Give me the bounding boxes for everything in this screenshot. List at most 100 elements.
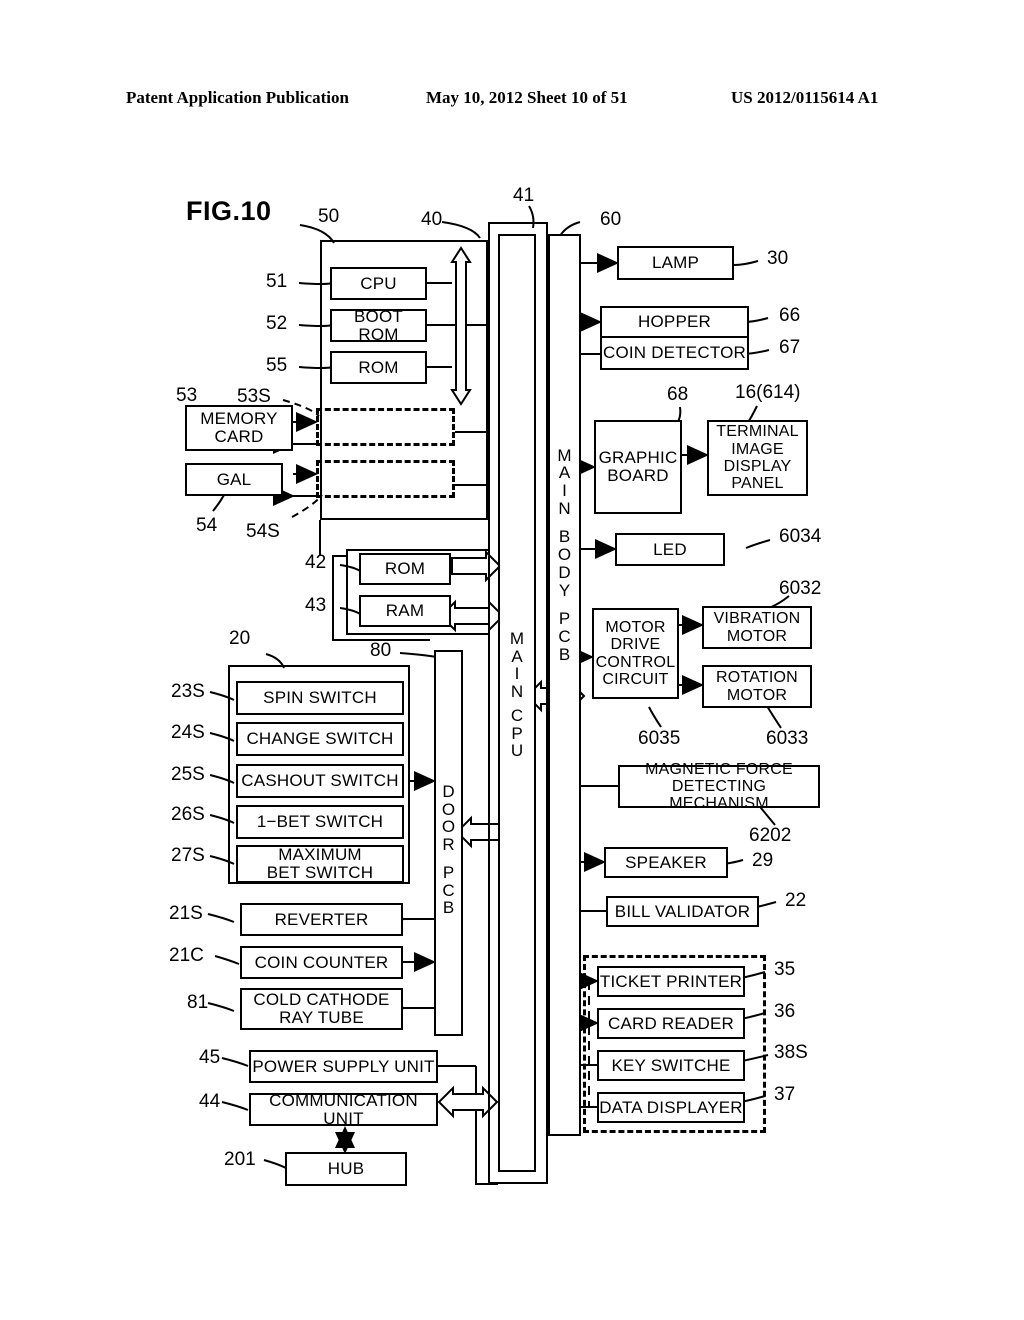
block-coin-counter: COIN COUNTER: [240, 946, 403, 979]
ref-6033: 6033: [766, 728, 809, 749]
ref-16-614: 16(614): [735, 382, 801, 403]
ref-36: 36: [774, 1001, 796, 1022]
ref-51: 51: [266, 271, 288, 292]
mbp-letter-o: O: [557, 545, 572, 565]
header-patent-number: US 2012/0115614 A1: [731, 88, 879, 107]
ref-43: 43: [305, 595, 327, 616]
mbp-letter-i: I: [562, 481, 567, 501]
ref-55: 55: [266, 355, 288, 376]
mbp-letter-n: N: [558, 498, 571, 518]
ref-54: 54: [196, 515, 218, 536]
block-key-switche: KEY SWITCHE: [597, 1050, 745, 1081]
main-cpu-letter-c: C: [510, 705, 524, 725]
ref-53S: 53S: [237, 386, 271, 407]
block-bill-validator: BILL VALIDATOR: [606, 896, 759, 927]
ref-27S: 27S: [171, 845, 205, 866]
ref-35: 35: [774, 959, 796, 980]
ref-6035: 6035: [638, 728, 681, 749]
ref-66: 66: [779, 305, 801, 326]
ref-60: 60: [600, 209, 622, 230]
block-card-reader: CARD READER: [597, 1008, 745, 1039]
ref-40: 40: [421, 209, 443, 230]
main-cpu-letter-i: I: [514, 664, 520, 684]
header-publication: Patent Application Publication: [126, 88, 349, 107]
block-cpu: CPU: [330, 267, 427, 300]
block-hub: HUB: [285, 1152, 407, 1186]
block-magnetic-force-detecting-mechanism: MAGNETIC FORCE DETECTING MECHANISM: [618, 761, 820, 812]
bar-door-pcb-label: D O O R P C B: [434, 770, 463, 930]
door-letter-o: O: [441, 799, 456, 819]
main-cpu-letter-n: N: [510, 682, 524, 702]
ref-6032: 6032: [779, 578, 822, 599]
ref-26S: 26S: [171, 804, 205, 825]
door-letter-d: D: [442, 782, 455, 802]
ref-21C: 21C: [169, 945, 204, 966]
block-ticket-printer: TICKET PRINTER: [597, 966, 745, 997]
bar-main-body-pcb-label: M A I N B O D Y P C B: [548, 420, 581, 690]
ref-24S: 24S: [171, 722, 205, 743]
ref-50: 50: [318, 206, 340, 227]
block-hopper: HOPPER: [600, 306, 749, 338]
mbp-letter-y: Y: [558, 580, 571, 600]
mbp-letter-d: D: [558, 562, 571, 582]
block-boot-rom: BOOT ROM: [330, 308, 427, 343]
mbp-letter-b2: B: [558, 644, 571, 664]
ref-25S: 25S: [171, 764, 205, 785]
block-cold-cathode-ray-tube: COLD CATHODE RAY TUBE: [240, 988, 403, 1030]
block-motor-drive-control-circuit: MOTOR DRIVE CONTROL CIRCUIT: [592, 608, 679, 699]
ref-81: 81: [187, 992, 209, 1013]
block-gal: GAL: [185, 463, 283, 496]
block-graphic-board: GRAPHIC BOARD: [594, 420, 682, 514]
main-cpu-letter-p: P: [511, 723, 523, 743]
ref-201: 201: [224, 1149, 256, 1170]
card-slot-53s: [316, 408, 455, 446]
ref-41: 41: [513, 185, 535, 206]
ref-21S: 21S: [169, 903, 203, 924]
mbp-letter-c: C: [558, 626, 571, 646]
page-header: Patent Application Publication May 10, 2…: [0, 88, 1024, 112]
ref-42: 42: [305, 552, 327, 573]
ref-80: 80: [370, 640, 392, 661]
block-terminal-image-display-panel: TERMINAL IMAGE DISPLAY PANEL: [707, 420, 808, 496]
main-cpu-letter-u: U: [510, 741, 524, 761]
card-slot-54s: [316, 460, 455, 498]
block-coin-detector: COIN DETECTOR: [600, 338, 749, 370]
ref-29: 29: [752, 850, 774, 871]
door-letter-r: R: [442, 835, 455, 855]
figure-label: FIG.10: [186, 196, 272, 226]
mbp-letter-b: B: [558, 527, 571, 547]
door-letter-c: C: [442, 880, 455, 900]
main-cpu-letter-a: A: [511, 646, 523, 666]
ref-52: 52: [266, 313, 288, 334]
block-communication-unit: COMMUNICATION UNIT: [249, 1092, 438, 1127]
ref-22: 22: [785, 890, 807, 911]
bar-main-cpu-label: M A I N C P U: [498, 630, 536, 760]
block-memory-card: MEMORY CARD: [185, 405, 293, 451]
ref-68: 68: [667, 384, 689, 405]
block-power-supply-unit: POWER SUPPLY UNIT: [249, 1050, 438, 1083]
ref-45: 45: [199, 1047, 221, 1068]
block-vibration-motor: VIBRATION MOTOR: [702, 606, 812, 649]
ref-6202: 6202: [749, 825, 792, 846]
mbp-letter-a: A: [558, 463, 571, 483]
header-date-sheet: May 10, 2012 Sheet 10 of 51: [426, 88, 628, 107]
ref-67: 67: [779, 337, 801, 358]
mbp-letter-p: P: [558, 609, 571, 629]
block-rotation-motor: ROTATION MOTOR: [702, 665, 812, 708]
patent-figure-page: Patent Application Publication May 10, 2…: [0, 0, 1024, 1320]
block-change-switch: CHANGE SWITCH: [236, 722, 404, 756]
block-spin-switch: SPIN SWITCH: [236, 681, 404, 715]
ref-20: 20: [229, 628, 251, 649]
main-cpu-letter-m: M: [509, 629, 525, 648]
ref-54S: 54S: [246, 521, 280, 542]
mbp-letter-m: M: [557, 445, 572, 465]
ref-38S: 38S: [774, 1042, 808, 1063]
block-data-displayer: DATA DISPLAYER: [597, 1092, 745, 1123]
door-letter-o2: O: [441, 817, 456, 837]
block-ram-43: RAM: [359, 595, 451, 627]
block-maximum-bet-switch: MAXIMUM BET SWITCH: [236, 845, 404, 883]
block-1-bet-switch: 1−BET SWITCH: [236, 805, 404, 839]
block-reverter: REVERTER: [240, 903, 403, 936]
ref-53: 53: [176, 385, 198, 406]
ref-37: 37: [774, 1084, 796, 1105]
